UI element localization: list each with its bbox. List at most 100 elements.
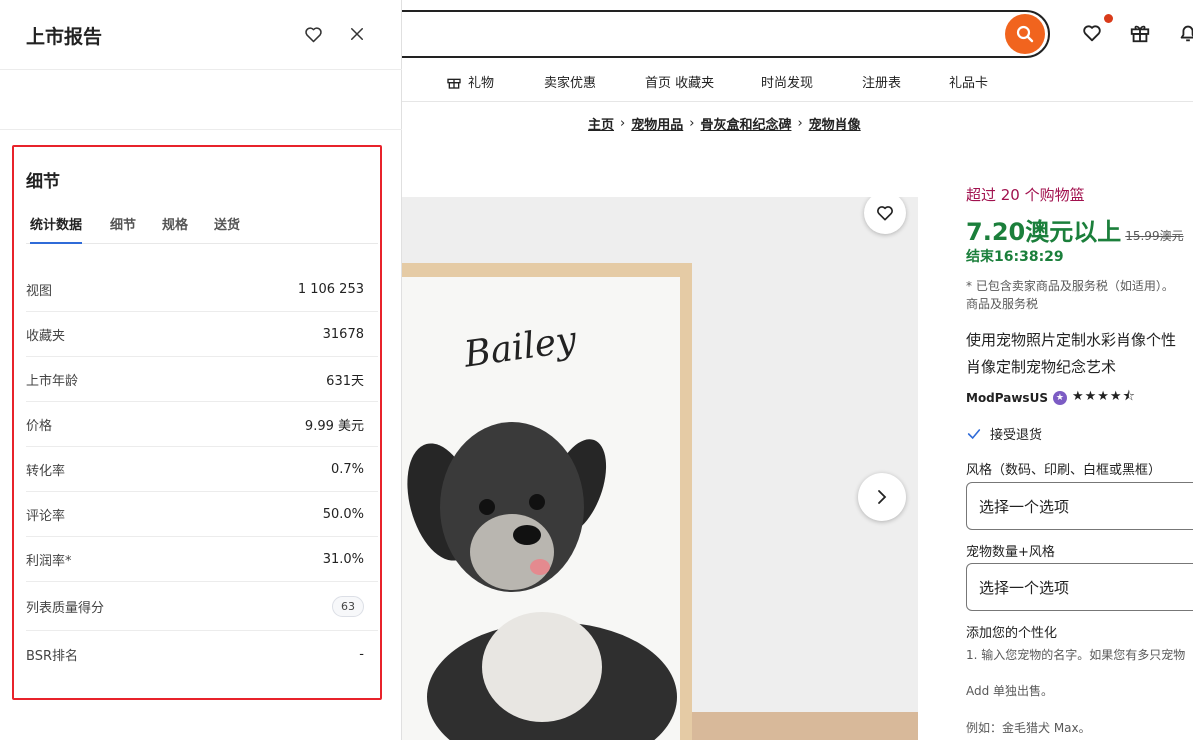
panel-header: 上市报告 xyxy=(0,0,402,70)
returns-text: 接受退货 xyxy=(990,428,1043,443)
breadcrumb-home[interactable]: 主页 xyxy=(588,114,614,133)
stat-value: 631天 xyxy=(326,373,364,389)
search-button[interactable] xyxy=(1005,14,1045,54)
stat-row-review-rate: 评论率 50.0% xyxy=(26,492,378,537)
stat-value: 0.7% xyxy=(330,461,364,477)
basket-count: 超过 20 个购物篮 xyxy=(966,186,1085,204)
stat-value: 9.99 美元 xyxy=(304,418,364,434)
chevron-right-icon: › xyxy=(797,116,803,131)
gift-button[interactable] xyxy=(1127,20,1153,46)
gift-icon xyxy=(1130,25,1150,43)
heart-icon xyxy=(877,206,893,221)
category-label: 首页 收藏夹 xyxy=(645,76,715,91)
category-gift-cards[interactable]: 礼品卡 xyxy=(949,72,988,91)
tax-note: * 已包含卖家商品及服务税（如适用）。 xyxy=(966,279,1174,293)
chevron-right-icon xyxy=(878,490,887,504)
check-icon xyxy=(967,428,981,439)
sale-price: 7.20澳元以上 xyxy=(966,218,1122,246)
tab-statistics[interactable]: 统计数据 xyxy=(30,214,83,244)
floor xyxy=(692,712,918,740)
category-home-favorites[interactable]: 首页 收藏夹 xyxy=(645,72,714,91)
stat-label: 列表质量得分 xyxy=(26,600,105,616)
favorite-listing-button[interactable] xyxy=(301,22,325,46)
stat-value: - xyxy=(359,646,364,662)
chevron-right-icon: › xyxy=(620,116,626,131)
dog-portrait-illustration xyxy=(407,422,677,740)
stat-row-quality-score: 列表质量得分 63 xyxy=(26,582,378,631)
bell-button[interactable] xyxy=(1175,20,1193,46)
quantity-style-select[interactable]: 选择一个选项 xyxy=(966,563,1193,611)
stat-value: 1 106 253 xyxy=(297,281,364,297)
stat-row-price: 价格 9.99 美元 xyxy=(26,402,378,447)
category-label: 卖家优惠 xyxy=(544,76,597,91)
gift-icon xyxy=(447,78,461,89)
example-note: 例如：金毛猎犬 Max。 xyxy=(966,721,1091,735)
stat-row-profit-margin: 利润率* 31.0% xyxy=(26,537,378,582)
stat-value: 50.0% xyxy=(322,506,364,522)
original-price: 15.99澳元 xyxy=(1125,229,1184,243)
bell-icon xyxy=(1180,25,1193,42)
rating-stars-icon: ★★★★⯪ xyxy=(1071,389,1136,404)
heart-icon xyxy=(304,26,322,42)
returns-row: 接受退货 xyxy=(966,424,1193,443)
stat-row-conversion-rate: 转化率 0.7% xyxy=(26,447,378,492)
personalization-note: 1. 输入您宠物的名字。如果您有多只宠物 xyxy=(966,648,1186,662)
shop-name[interactable]: ModPaws​US xyxy=(966,391,1048,405)
breadcrumb: 主页 › 宠物用品 › 骨灰盒和纪念碑 › 宠物肖像 xyxy=(588,114,861,133)
stat-row-listing-age: 上市年龄 631天 xyxy=(26,357,378,402)
details-title: 细节 xyxy=(26,172,60,192)
stat-label: 价格 xyxy=(26,418,53,434)
favorites-heart-button[interactable] xyxy=(1079,20,1105,46)
stat-label: 转化率 xyxy=(26,463,66,479)
listing-report-panel: 上市报告 细节 统计数据 细节 规格 送货 视图 1 106 253 收藏夹 3… xyxy=(0,0,402,740)
category-registry[interactable]: 注册表 xyxy=(862,72,901,91)
category-nav: 礼物 卖家优惠 首页 收藏夹 时尚发现 注册表 礼品卡 xyxy=(402,62,1193,102)
product-title-line-2: 肖像定制宠物纪念艺术 xyxy=(966,358,1117,376)
quality-score-badge: 63 xyxy=(332,595,364,617)
personalization-label: 添加您的个性化 xyxy=(966,626,1058,641)
star-seller-badge-icon: ★ xyxy=(1052,391,1067,405)
category-fashion[interactable]: 时尚发现 xyxy=(761,72,813,91)
category-label: 礼物 xyxy=(468,76,495,91)
category-gifts[interactable]: 礼物 xyxy=(446,72,494,91)
category-seller-deals[interactable]: 卖家优惠 xyxy=(544,72,596,91)
details-tabs: 统计数据 细节 规格 送货 xyxy=(26,209,378,244)
panel-title: 上市报告 xyxy=(26,26,103,48)
stat-label: 评论率 xyxy=(26,508,66,524)
heart-icon xyxy=(1083,25,1101,42)
favorite-button[interactable] xyxy=(864,197,906,234)
panel-spacer xyxy=(0,70,402,130)
next-image-button[interactable] xyxy=(858,473,906,521)
breadcrumb-pet-portraits[interactable]: 宠物肖像 xyxy=(809,114,861,133)
tax-note-2: 商品及服务税 xyxy=(966,297,1039,311)
breadcrumb-urns[interactable]: 骨灰盒和纪念碑 xyxy=(700,114,791,133)
stat-row-bsr-rank: BSR排名 - xyxy=(26,631,378,677)
tab-details[interactable]: 细节 xyxy=(110,214,136,244)
style-select[interactable]: 选择一个选项 xyxy=(966,482,1193,530)
close-panel-button[interactable] xyxy=(345,22,369,46)
search-input[interactable] xyxy=(360,10,1050,58)
stat-row-favorites: 收藏夹 31678 xyxy=(26,312,378,357)
stat-label: 收藏夹 xyxy=(26,328,66,344)
add-note: Add 单独出售。 xyxy=(966,684,1054,698)
quantity-style-label: 宠物数量+风格 xyxy=(966,545,1055,560)
notification-dot xyxy=(1104,14,1113,23)
category-label: 注册表 xyxy=(862,76,902,91)
tab-shipping[interactable]: 送货 xyxy=(214,214,240,244)
stats-list: 视图 1 106 253 收藏夹 31678 上市年龄 631天 价格 9.99… xyxy=(26,267,378,677)
price-block: 7.20澳元以上 15.99澳元 xyxy=(966,212,1193,247)
stat-label: BSR排名 xyxy=(26,648,78,664)
search-icon xyxy=(1016,25,1034,43)
stat-label: 视图 xyxy=(26,283,53,299)
stat-row-views: 视图 1 106 253 xyxy=(26,267,378,312)
stat-label: 利润率* xyxy=(26,553,72,569)
category-label: 礼品卡 xyxy=(949,76,989,91)
product-image[interactable]: Bailey xyxy=(402,197,918,740)
breadcrumb-pet-supplies[interactable]: 宠物用品 xyxy=(631,114,683,133)
close-icon xyxy=(351,28,363,40)
style-label: 风格（数码、印刷、白框或黑框） xyxy=(966,463,1162,478)
tab-specs[interactable]: 规格 xyxy=(162,214,188,244)
category-label: 时尚发现 xyxy=(761,76,814,91)
chevron-right-icon: › xyxy=(689,116,695,131)
sale-ends: 结束16:38:29 xyxy=(966,249,1064,265)
